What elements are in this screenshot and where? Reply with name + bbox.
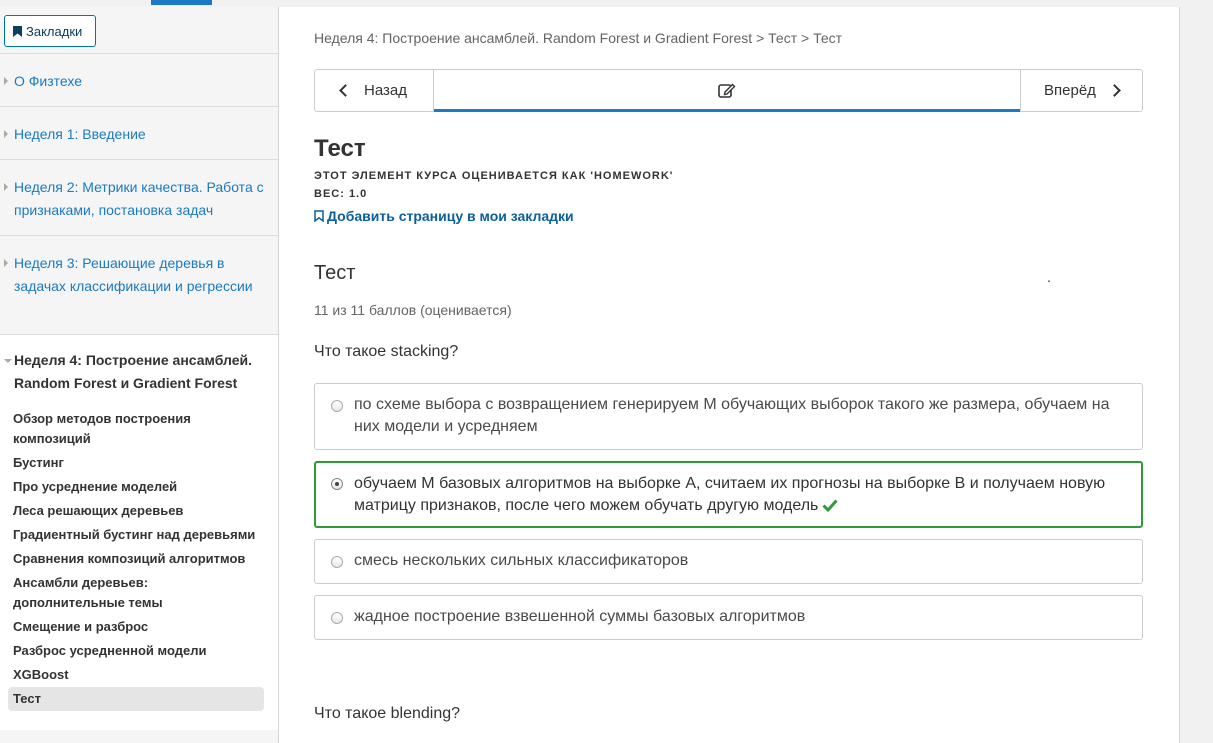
problem-title: Тест xyxy=(314,262,356,284)
dot-mark: . xyxy=(1047,269,1051,285)
unit-tab-problem[interactable] xyxy=(434,70,1020,112)
unit-title: Тест xyxy=(314,135,366,162)
previous-label: Назад xyxy=(364,82,407,99)
chapter-week-3[interactable]: Неделя 3: Решающие деревья в задачах кла… xyxy=(0,235,278,334)
bookmarks-label: Закладки xyxy=(26,23,83,39)
question-stacking: Что такое stacking? xyxy=(314,343,459,360)
section-item[interactable]: Градиентный бустинг над деревьями xyxy=(8,523,264,547)
add-bookmark-link[interactable]: Добавить страницу в мои закладки xyxy=(314,208,574,224)
chapter-week-2[interactable]: Неделя 2: Метрики качества. Работа с при… xyxy=(0,159,278,235)
chevron-right-icon xyxy=(4,259,8,267)
bookmarks-button[interactable]: Закладки xyxy=(4,15,96,47)
chapter-list: О Физтехе Неделя 1: Введение Неделя 2: М… xyxy=(0,53,278,730)
radio-button[interactable] xyxy=(331,400,343,412)
chevron-right-icon xyxy=(4,183,8,191)
course-sidebar: Закладки О Физтехе Неделя 1: Введение Не… xyxy=(0,7,279,743)
next-label: Вперёд xyxy=(1044,82,1096,99)
next-button[interactable]: Вперёд xyxy=(1020,70,1142,111)
grading-type: ЭТОТ ЭЛЕМЕНТ КУРСА ОЦЕНИВАЕТСЯ КАК 'HOME… xyxy=(314,170,674,182)
page: Закладки О Физтехе Неделя 1: Введение Не… xyxy=(0,0,1213,743)
chevron-left-icon xyxy=(339,84,352,97)
checkmark-icon xyxy=(822,499,839,512)
answer-text: обучаем M базовых алгоритмов на выборке … xyxy=(354,475,1106,514)
answer-text: по схеме выбора с возвращением генерируе… xyxy=(354,396,1110,435)
bookmark-outline-icon xyxy=(314,210,324,222)
section-item[interactable]: Обзор методов построения композиций xyxy=(8,407,264,451)
section-item[interactable]: Ансамбли деревьев: дополнительные темы xyxy=(8,571,264,615)
previous-button[interactable]: Назад xyxy=(315,70,434,111)
chapter-week-4[interactable]: Неделя 4: Построение ансамблей. Random F… xyxy=(0,334,278,730)
chapter-title: Неделя 1: Введение xyxy=(14,126,146,142)
radio-button[interactable] xyxy=(331,556,343,568)
grading-info: ЭТОТ ЭЛЕМЕНТ КУРСА ОЦЕНИВАЕТСЯ КАК 'HOME… xyxy=(314,167,673,203)
section-item[interactable]: Леса решающих деревьев xyxy=(8,499,264,523)
question-blending: Что такое blending? xyxy=(314,705,461,722)
radio-button[interactable] xyxy=(331,612,343,624)
chevron-right-icon xyxy=(1108,84,1121,97)
radio-button-checked[interactable] xyxy=(331,478,343,490)
sequence-nav: Назад Вперёд xyxy=(314,69,1143,112)
chapter-about[interactable]: О Физтехе xyxy=(0,53,278,106)
section-item[interactable]: Про усреднение моделей xyxy=(8,475,264,499)
answer-text: смесь нескольких сильных классификаторов xyxy=(354,552,689,569)
chevron-down-icon xyxy=(4,359,12,363)
grading-weight: ВЕС: 1.0 xyxy=(314,188,368,200)
answer-option-selected[interactable]: обучаем M базовых алгоритмов на выборке … xyxy=(314,461,1143,528)
section-item[interactable]: Разброс усредненной модели xyxy=(8,639,264,663)
section-item[interactable]: XGBoost xyxy=(8,663,264,687)
section-item[interactable]: Сравнения композиций алгоритмов xyxy=(8,547,264,571)
top-tab-indicator xyxy=(151,0,212,5)
section-item[interactable]: Бустинг xyxy=(8,451,264,475)
chapter-title: Неделя 3: Решающие деревья в задачах кла… xyxy=(14,255,253,294)
problem-score: 11 из 11 баллов (оценивается) xyxy=(314,302,512,318)
chapter-title: Неделя 4: Построение ансамблей. Random F… xyxy=(14,352,253,391)
chapter-title: О Физтехе xyxy=(14,73,83,89)
chevron-right-icon xyxy=(4,130,8,138)
breadcrumb: Неделя 4: Построение ансамблей. Random F… xyxy=(314,30,843,46)
section-item-current[interactable]: Тест xyxy=(8,687,264,711)
bookmark-icon xyxy=(13,25,22,37)
answer-text: жадное построение взвешенной суммы базов… xyxy=(354,608,806,625)
edit-icon xyxy=(718,83,736,98)
section-item[interactable]: Смещение и разброс xyxy=(8,615,264,639)
answer-option[interactable]: жадное построение взвешенной суммы базов… xyxy=(314,595,1143,640)
add-bookmark-label: Добавить страницу в мои закладки xyxy=(327,208,574,224)
chapter-title: Неделя 2: Метрики качества. Работа с при… xyxy=(14,179,264,218)
chapter-week-1[interactable]: Неделя 1: Введение xyxy=(0,106,278,159)
chevron-right-icon xyxy=(4,77,8,85)
section-list: Обзор методов построения композиций Буст… xyxy=(0,395,278,721)
course-content: Неделя 4: Построение ансамблей. Random F… xyxy=(279,7,1180,743)
answer-option[interactable]: по схеме выбора с возвращением генерируе… xyxy=(314,383,1143,450)
answer-option[interactable]: смесь нескольких сильных классификаторов xyxy=(314,539,1143,584)
